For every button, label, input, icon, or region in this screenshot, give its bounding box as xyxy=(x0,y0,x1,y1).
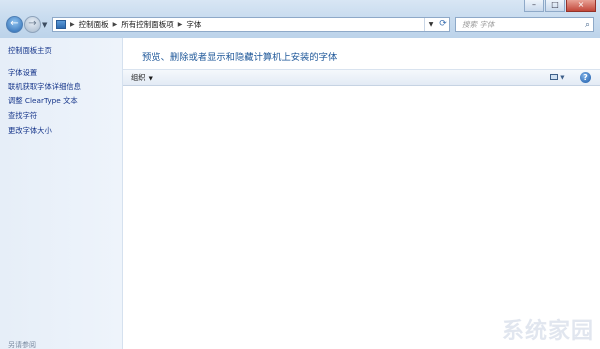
back-arrow-icon: ← xyxy=(10,18,19,29)
breadcrumb-fonts[interactable]: 字体 xyxy=(186,19,201,30)
control-panel-icon xyxy=(56,20,66,29)
window-caption-buttons: – □ × xyxy=(524,0,596,12)
breadcrumb-control-panel[interactable]: 控制面板 xyxy=(79,19,109,30)
breadcrumb-all-items[interactable]: 所有控制面板项 xyxy=(121,19,174,30)
forward-button[interactable]: → xyxy=(24,16,41,33)
link-adjust-cleartype[interactable]: 调整 ClearType 文本 xyxy=(8,96,78,106)
magnifier-icon[interactable]: ⌕ xyxy=(585,19,590,32)
forward-arrow-icon: → xyxy=(28,18,37,29)
search-input[interactable]: 搜索 字体 ⌕ xyxy=(455,17,594,32)
address-bar[interactable]: ▶ 控制面板 ▶ 所有控制面板项 ▶ 字体 ▼ ⟳ xyxy=(52,17,450,32)
main-pane: 预览、删除或者显示和隐藏计算机上安装的字体 组织 ▼ ▼ ? 系统家园 xyxy=(123,38,600,349)
navigation-pane: 控制面板主页 字体设置 联机获取字体详细信息 调整 ClearType 文本 查… xyxy=(0,38,123,349)
chevron-right-icon[interactable]: ▶ xyxy=(178,21,183,28)
link-find-character[interactable]: 查找字符 xyxy=(8,111,37,121)
navigation-row: ← → ▼ ▶ 控制面板 ▶ 所有控制面板项 ▶ 字体 ▼ ⟳ 搜索 字体 ⌕ xyxy=(4,15,596,37)
chevron-right-icon[interactable]: ▶ xyxy=(70,21,75,28)
refresh-icon[interactable]: ⟳ xyxy=(437,18,449,31)
link-change-font-size[interactable]: 更改字体大小 xyxy=(8,126,52,136)
link-font-settings[interactable]: 字体设置 xyxy=(8,68,37,78)
title-bar: – □ × ← → ▼ ▶ 控制面板 ▶ 所有控制面板项 ▶ 字体 ▼ ⟳ 搜索… xyxy=(0,0,600,38)
chevron-down-icon: ▼ xyxy=(560,75,565,81)
minimize-button[interactable]: – xyxy=(524,0,544,12)
maximize-button[interactable]: □ xyxy=(545,0,565,12)
back-button[interactable]: ← xyxy=(6,16,23,33)
organize-button[interactable]: 组织 ▼ xyxy=(131,73,153,83)
command-bar: 组织 ▼ ▼ ? xyxy=(123,69,600,86)
view-options-button[interactable]: ▼ xyxy=(550,73,568,83)
help-icon[interactable]: ? xyxy=(580,72,591,83)
watermark-logo: 系统家园 xyxy=(501,318,594,344)
link-font-info-online[interactable]: 联机获取字体详细信息 xyxy=(8,82,81,92)
recent-pages-dropdown[interactable]: ▼ xyxy=(42,21,47,29)
organize-label: 组织 xyxy=(131,73,146,82)
close-button[interactable]: × xyxy=(566,0,596,12)
page-title: 预览、删除或者显示和隐藏计算机上安装的字体 xyxy=(142,52,338,63)
chevron-down-icon: ▼ xyxy=(148,76,153,82)
address-controls: ▼ ⟳ xyxy=(424,18,449,31)
see-also-heading: 另请参阅 xyxy=(8,341,36,349)
view-options-icon xyxy=(550,74,558,80)
font-list-area[interactable] xyxy=(123,86,600,349)
chevron-right-icon[interactable]: ▶ xyxy=(113,21,118,28)
address-history-dropdown[interactable]: ▼ xyxy=(424,18,437,31)
search-placeholder: 搜索 字体 xyxy=(462,20,495,29)
link-control-panel-home[interactable]: 控制面板主页 xyxy=(8,46,52,56)
explorer-window: – □ × ← → ▼ ▶ 控制面板 ▶ 所有控制面板项 ▶ 字体 ▼ ⟳ 搜索… xyxy=(0,0,600,349)
